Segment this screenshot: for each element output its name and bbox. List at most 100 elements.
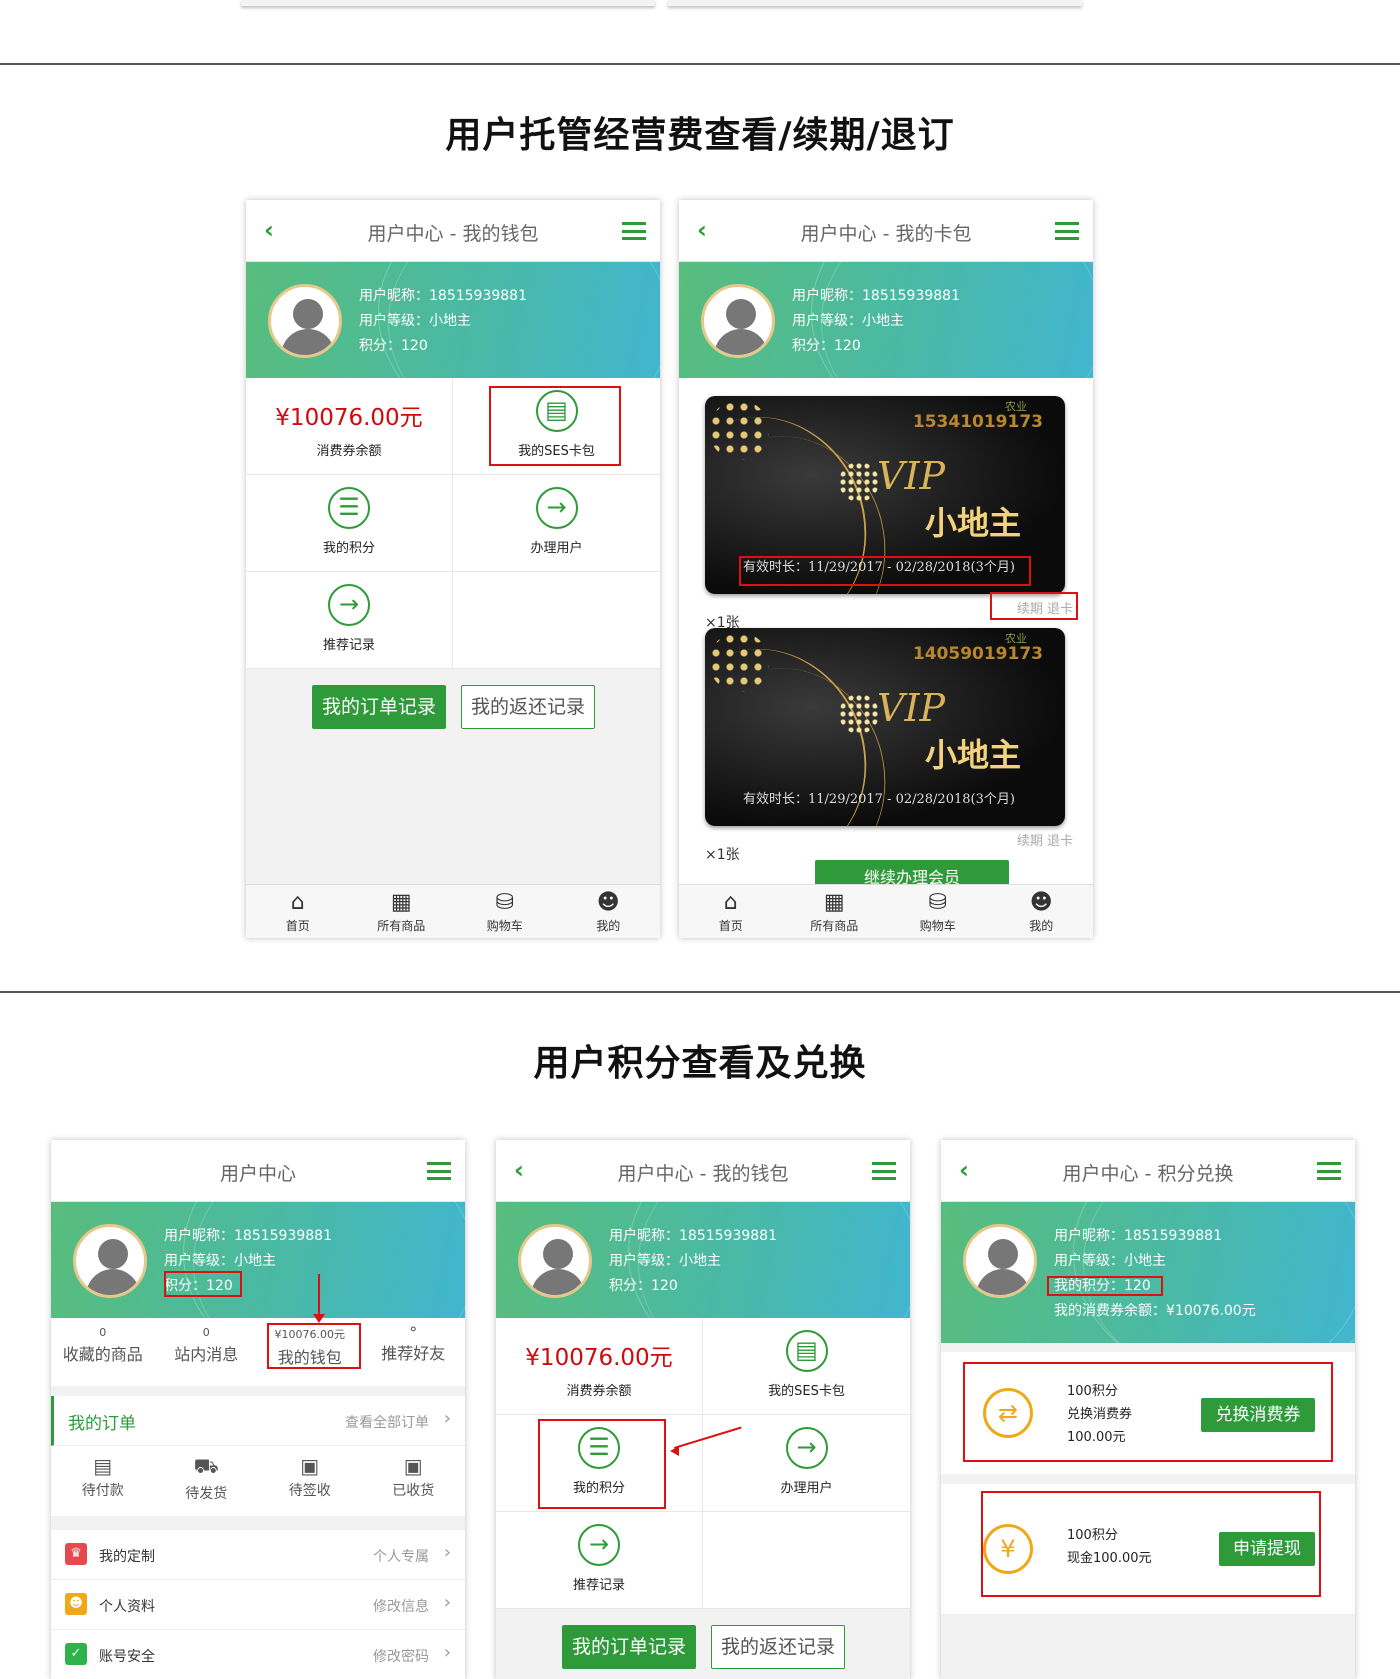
avatar[interactable]: [518, 1224, 592, 1298]
tab-mine[interactable]: ☻ 我的: [990, 885, 1094, 938]
empty-cell: [453, 572, 660, 669]
referral-label: 推荐记录: [322, 638, 375, 653]
ses-card-label: 我的SES卡包: [768, 1384, 845, 1399]
order-state-pending-ship[interactable]: ⛟ 待发货: [155, 1446, 259, 1516]
refund-records-button[interactable]: 我的返还记录: [711, 1625, 845, 1669]
menu-icon[interactable]: [622, 222, 646, 240]
list-item-custom[interactable]: ♛ 我的定制 个人专属 ›: [51, 1530, 465, 1580]
page-title: 用户中心: [219, 1163, 296, 1185]
avatar[interactable]: [268, 284, 342, 358]
renew-cancel-link[interactable]: 续期 退卡: [1017, 598, 1073, 617]
tab-label: 首页: [285, 919, 310, 933]
user-points: 积分：120: [359, 338, 428, 354]
order-records-button[interactable]: 我的订单记录: [312, 685, 446, 729]
menu-icon[interactable]: [1317, 1162, 1341, 1180]
balance-cell[interactable]: ¥10076.00元 消费券余额: [246, 378, 453, 475]
stat-label: 站内消息: [174, 1345, 239, 1364]
card-number: 15341019173: [912, 412, 1043, 432]
tab-label: 我的: [1029, 919, 1054, 933]
user-icon: ☻: [596, 890, 620, 915]
menu-icon[interactable]: [872, 1162, 896, 1180]
tab-cart[interactable]: ⛁ 购物车: [453, 885, 557, 938]
list-item-hint: 修改密码: [373, 1649, 429, 1665]
stat-label: 收藏的商品: [62, 1345, 143, 1364]
vip-card[interactable]: 农业 14059019173 VIP 小地主 有效时长：11/29/2017 -…: [705, 628, 1065, 826]
list-item-security[interactable]: ✓ 账号安全 修改密码 ›: [51, 1630, 465, 1679]
order-state-pending-payment[interactable]: ▤ 待付款: [51, 1446, 155, 1516]
menu-icon[interactable]: [427, 1162, 451, 1180]
points-cell[interactable]: ☰ 我的积分: [246, 475, 453, 572]
ses-card-cell[interactable]: ▤ 我的SES卡包: [703, 1318, 910, 1415]
user-nickname: 用户昵称：18515939881: [609, 1228, 777, 1244]
inbox-check-icon: ▣: [403, 1454, 423, 1478]
vip-mark: VIP: [877, 686, 946, 730]
referral-cell[interactable]: → 推荐记录: [496, 1512, 703, 1609]
arrow-right-icon: →: [328, 584, 370, 626]
phone-cardpack: ‹ 用户中心 - 我的卡包 用户昵称：18515939881 用户等级：小地主 …: [679, 200, 1093, 938]
stats-row: 0 收藏的商品 0 站内消息 ¥10076.00元 我的钱包 ⚬ 推荐好友: [51, 1318, 465, 1386]
wallet-icon: ▤: [93, 1454, 113, 1478]
refund-records-button[interactable]: 我的返还记录: [461, 685, 595, 729]
points-cell[interactable]: ☰ 我的积分: [496, 1415, 703, 1512]
avatar[interactable]: [73, 1224, 147, 1298]
user-level: 用户等级：小地主: [359, 313, 471, 329]
balance-label: 消费券余额: [566, 1384, 632, 1399]
cart-icon: ⛁: [495, 890, 514, 915]
tab-all-products[interactable]: ▦ 所有商品: [350, 885, 454, 938]
crown-icon: ♛: [65, 1543, 87, 1565]
order-state-received[interactable]: ▣ 已收货: [362, 1446, 466, 1516]
inbox-icon: ▣: [300, 1454, 320, 1478]
list-item-label: 账号安全: [99, 1649, 155, 1665]
card-number: 14059019173: [912, 644, 1043, 664]
order-records-button[interactable]: 我的订单记录: [562, 1625, 696, 1669]
ses-card-cell[interactable]: ▤ 我的SES卡包: [453, 378, 660, 475]
tab-home[interactable]: ⌂ 首页: [246, 885, 350, 938]
vip-card[interactable]: 农业 15341019173 VIP 小地主 有效时长：11/29/2017 -…: [705, 396, 1065, 594]
avatar[interactable]: [701, 284, 775, 358]
balance-amount: ¥10076.00元: [275, 405, 423, 431]
stat-favorites[interactable]: 0 收藏的商品: [51, 1318, 155, 1386]
stat-count: ¥10076.00元: [274, 1328, 346, 1341]
tab-label: 购物车: [919, 919, 956, 933]
order-state-pending-receive[interactable]: ▣ 待签收: [258, 1446, 362, 1516]
balance-cell[interactable]: ¥10076.00元 消费券余额: [496, 1318, 703, 1415]
user-nickname: 用户昵称：18515939881: [359, 288, 527, 304]
tab-label: 首页: [718, 919, 743, 933]
menu-icon[interactable]: [1055, 222, 1079, 240]
prev-phone-left-remnant: [241, 0, 655, 6]
card-list: 农业 15341019173 VIP 小地主 有效时长：11/29/2017 -…: [679, 378, 1093, 890]
stat-recommend[interactable]: ⚬ 推荐好友: [362, 1318, 466, 1386]
section-title: 用户托管经营费查看/续期/退订: [445, 115, 955, 156]
ses-card-label: 我的SES卡包: [518, 444, 595, 459]
tab-bar: ⌂ 首页 ▦ 所有商品 ⛁ 购物车 ☻ 我的: [246, 884, 660, 938]
order-states-row: ▤ 待付款 ⛟ 待发货 ▣ 待签收 ▣ 已收货: [51, 1446, 465, 1516]
list-item-profile[interactable]: ☻ 个人资料 修改信息 ›: [51, 1580, 465, 1630]
phone-wallet: ‹ 用户中心 - 我的钱包 用户昵称：18515939881 用户等级：小地主 …: [246, 200, 660, 938]
arrow-right-icon: →: [578, 1524, 620, 1566]
list-item-hint: 个人专属: [373, 1549, 429, 1565]
coins-icon: ☰: [328, 487, 370, 529]
renew-cancel-link[interactable]: 续期 退卡: [1017, 830, 1073, 849]
orders-header[interactable]: 我的订单 查看全部订单 ›: [51, 1396, 465, 1446]
handle-user-cell[interactable]: → 办理用户: [453, 475, 660, 572]
stat-wallet[interactable]: ¥10076.00元 我的钱包: [258, 1318, 362, 1386]
user-banner: 用户昵称：18515939881 用户等级：小地主 我的积分：120 我的消费券…: [941, 1202, 1355, 1343]
wallet-grid: ¥10076.00元 消费券余额 ▤ 我的SES卡包 ☰ 我的积分 → 办理用户…: [496, 1318, 910, 1609]
yen-coin-icon: ¥: [983, 1524, 1033, 1574]
balance-amount: ¥10076.00元: [525, 1345, 673, 1371]
stat-messages[interactable]: 0 站内消息: [155, 1318, 259, 1386]
tab-cart[interactable]: ⛁ 购物车: [886, 885, 990, 938]
view-all-orders-link[interactable]: 查看全部订单: [345, 1412, 429, 1432]
page-title: 用户中心 - 我的卡包: [800, 223, 972, 245]
tab-mine[interactable]: ☻ 我的: [557, 885, 661, 938]
tab-all-products[interactable]: ▦ 所有商品: [783, 885, 887, 938]
user-icon: ☻: [1029, 890, 1053, 915]
tab-home[interactable]: ⌂ 首页: [679, 885, 783, 938]
wallet-grid: ¥10076.00元 消费券余额 ▤ 我的SES卡包 ☰ 我的积分 → 办理用户…: [246, 378, 660, 669]
exchange-voucher-button[interactable]: 兑换消费券: [1201, 1398, 1315, 1432]
avatar[interactable]: [963, 1224, 1037, 1298]
referral-cell[interactable]: → 推荐记录: [246, 572, 453, 669]
header: ‹ 用户中心 - 我的钱包: [246, 200, 660, 262]
orders-title: 我的订单: [68, 1414, 136, 1434]
apply-withdraw-button[interactable]: 申请提现: [1219, 1532, 1315, 1566]
